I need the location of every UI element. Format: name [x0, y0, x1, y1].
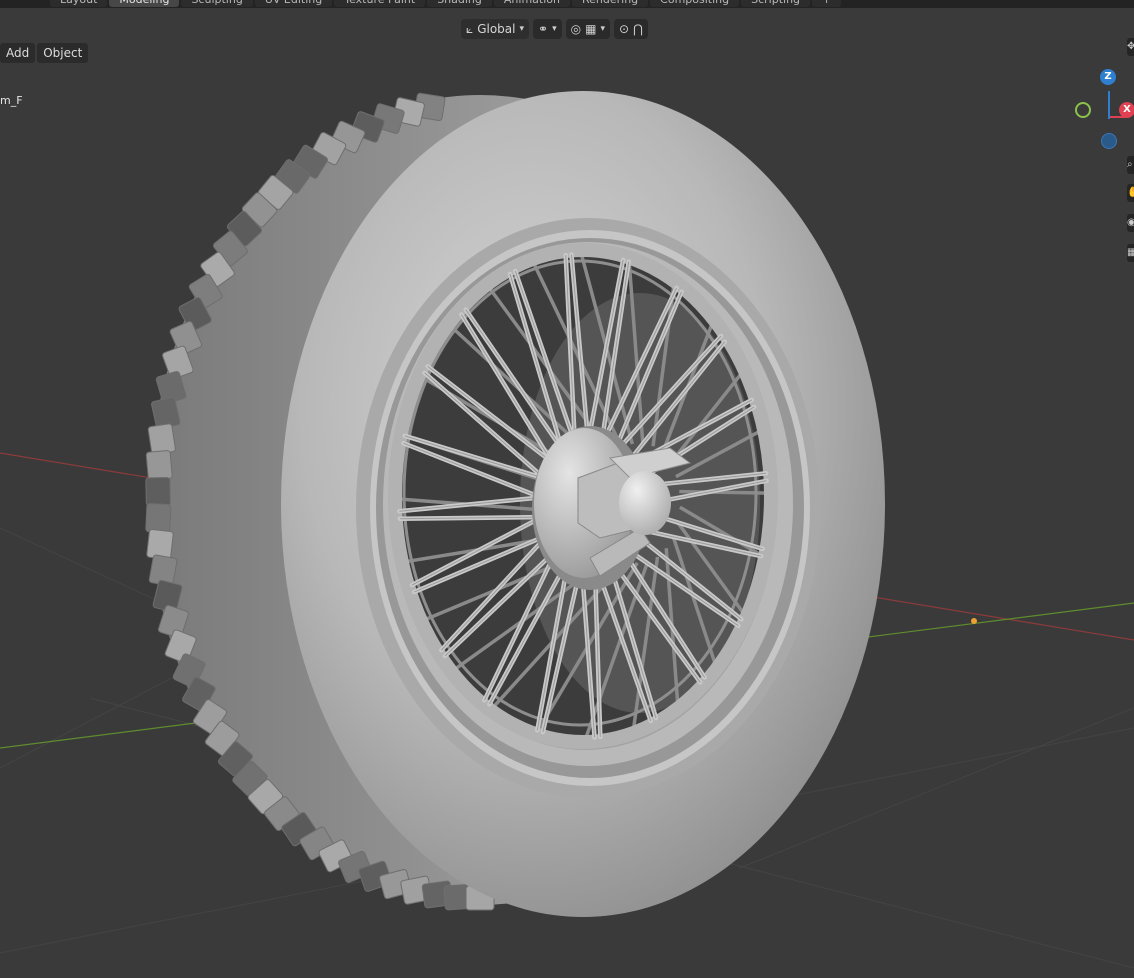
- workspace-tab[interactable]: Texture Paint: [334, 0, 426, 7]
- gizmo-z-line: [1108, 91, 1110, 119]
- workspace-tab[interactable]: Shading: [427, 0, 492, 7]
- workspace-tab[interactable]: Sculpting: [181, 0, 253, 7]
- workspace-tab[interactable]: Compositing: [650, 0, 740, 7]
- wheel-scene: [0, 91, 1134, 969]
- snap-controls[interactable]: ◎ ▦ ▾: [565, 19, 610, 39]
- pivot-point-dropdown[interactable]: ⚭ ▾: [533, 19, 562, 39]
- tread-block: [147, 423, 176, 455]
- camera-view-icon[interactable]: ✥: [1127, 38, 1134, 56]
- workspace-tab[interactable]: Animation: [493, 0, 570, 7]
- gizmo-z-axis[interactable]: Z: [1100, 69, 1116, 85]
- snap-grid-icon[interactable]: ▦: [585, 19, 596, 39]
- transform-orientation-dropdown[interactable]: ⟀ Global ▾: [461, 19, 530, 39]
- gizmo-x-axis[interactable]: X: [1119, 102, 1134, 118]
- tread-block: [145, 476, 171, 507]
- zoom-icon[interactable]: ⌕: [1127, 156, 1134, 174]
- object-menu[interactable]: Object: [37, 43, 89, 63]
- viewport-header-menus: Add Object: [0, 43, 89, 63]
- object-origin: [971, 618, 977, 624]
- camera-icon[interactable]: ◉: [1127, 214, 1134, 232]
- workspace-tab[interactable]: UV Editing: [254, 0, 333, 7]
- falloff-curve-icon[interactable]: ⋂: [633, 19, 643, 39]
- tread-block: [146, 528, 174, 560]
- pan-hand-icon[interactable]: ✋: [1127, 184, 1134, 202]
- workspace-tab[interactable]: +: [812, 0, 842, 7]
- chevron-down-icon: ▾: [552, 24, 557, 34]
- object-name-label: m_F: [0, 94, 23, 107]
- workspace-tab[interactable]: Scripting: [741, 0, 811, 7]
- proportional-edit-icon[interactable]: ⊙: [619, 19, 629, 39]
- workspace-tab[interactable]: Layout: [50, 0, 108, 7]
- transform-orientation-icon: ⟀: [466, 22, 474, 36]
- add-menu[interactable]: Add: [0, 43, 36, 63]
- 3d-viewport[interactable]: Add Object ⟀ Global ▾ ⚭ ▾ ◎ ▦ ▾ ⊙ ⋂ m_F …: [0, 8, 1134, 978]
- tread-block: [145, 450, 173, 481]
- workspace-tabs: LayoutModelingSculptingUV EditingTexture…: [0, 0, 1134, 8]
- workspace-tab[interactable]: Rendering: [571, 0, 649, 7]
- chevron-down-icon: ▾: [600, 24, 605, 34]
- chevron-down-icon: ▾: [519, 24, 525, 34]
- workspace-tab[interactable]: Modeling: [109, 0, 180, 7]
- gizmo-y-axis-negative[interactable]: [1075, 102, 1091, 118]
- pivot-link-icon: ⚭: [538, 22, 549, 36]
- grid-toggle-icon[interactable]: ▦: [1127, 244, 1134, 262]
- proportional-editing-controls[interactable]: ⊙ ⋂: [613, 19, 648, 39]
- transform-orientation-value: Global: [477, 22, 516, 36]
- gizmo-z-axis-negative[interactable]: [1101, 133, 1117, 149]
- viewport-header-tools: ⟀ Global ▾ ⚭ ▾ ◎ ▦ ▾ ⊙ ⋂: [461, 18, 648, 40]
- tread-block: [145, 503, 172, 533]
- snap-magnet-icon[interactable]: ◎: [571, 19, 581, 39]
